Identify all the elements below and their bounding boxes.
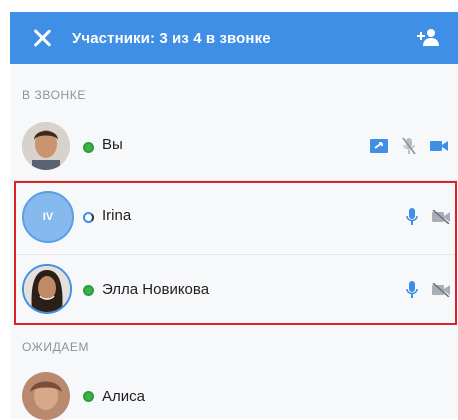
- avatar: [22, 264, 72, 314]
- participant-name: Irina: [102, 207, 132, 224]
- status-online-icon: [83, 285, 94, 296]
- participant-row-ella[interactable]: Элла Новикова: [10, 256, 458, 324]
- status-connecting-icon: [83, 212, 94, 223]
- participant-row-you[interactable]: Вы: [10, 112, 458, 180]
- participants-header: Участники: 3 из 4 в звонке: [10, 12, 458, 64]
- person-photo-icon: [22, 122, 70, 170]
- header-title: Участники: 3 из 4 в звонке: [72, 29, 271, 47]
- status-online-icon: [83, 142, 94, 153]
- mic-icon[interactable]: [406, 208, 418, 226]
- avatar: [22, 372, 70, 420]
- section-in-call: В ЗВОНКЕ: [22, 88, 86, 102]
- section-waiting: ОЖИДАЕМ: [22, 340, 90, 354]
- close-icon[interactable]: [32, 28, 52, 48]
- initials-avatar: IV: [22, 191, 74, 243]
- status-online-icon: [83, 391, 94, 402]
- row-divider: [10, 180, 458, 181]
- participant-row-alisa[interactable]: Алиса: [10, 364, 458, 420]
- participant-row-irina[interactable]: IV Irina: [10, 182, 458, 252]
- row-divider: [14, 254, 457, 255]
- participant-name: Алиса: [102, 388, 145, 405]
- participant-name: Вы: [102, 136, 123, 153]
- avatar-initials: IV: [42, 211, 54, 223]
- screen-share-icon[interactable]: [370, 139, 388, 153]
- mic-muted-icon[interactable]: [402, 137, 416, 155]
- person-photo-icon: [24, 266, 70, 312]
- mic-icon[interactable]: [406, 281, 418, 299]
- add-user-icon[interactable]: [416, 27, 440, 47]
- participant-name: Элла Новикова: [102, 281, 210, 298]
- camera-off-icon[interactable]: [432, 210, 450, 224]
- camera-off-icon[interactable]: [432, 283, 450, 297]
- camera-icon[interactable]: [430, 140, 448, 152]
- person-photo-icon: [22, 372, 70, 420]
- avatar: [22, 122, 70, 170]
